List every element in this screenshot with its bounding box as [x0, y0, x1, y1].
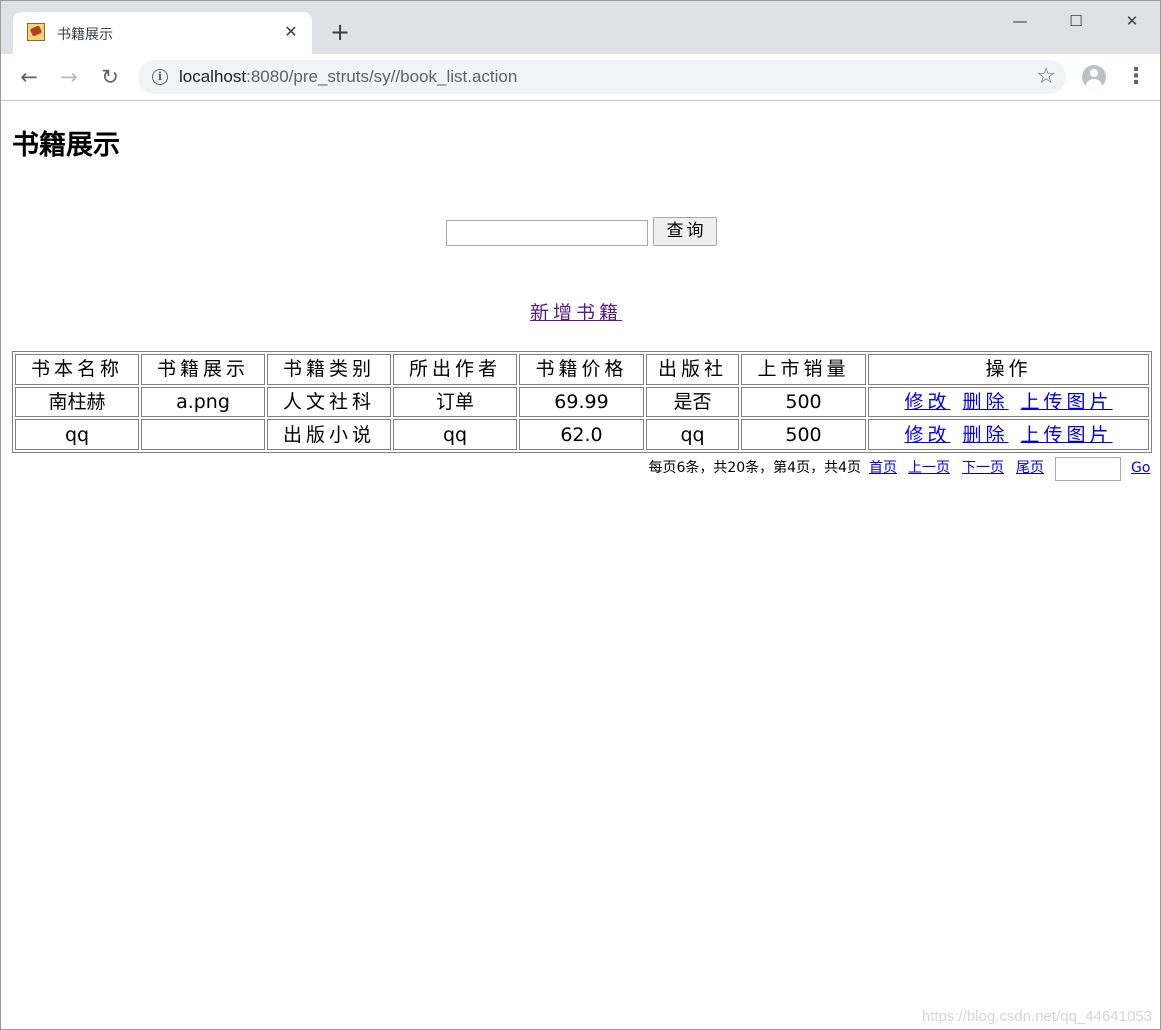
book-actions-cell: 修改 删除 上传图片	[868, 419, 1149, 450]
browser-tab[interactable]: 书籍展示 ✕	[13, 12, 312, 54]
watermark: https://blog.csdn.net/qq_44641053	[921, 1008, 1152, 1025]
go-link[interactable]: Go	[1131, 456, 1150, 480]
header-cell: 出版社	[646, 354, 739, 385]
upload-image-link[interactable]: 上传图片	[1021, 391, 1113, 413]
maximize-icon[interactable]: ☐	[1053, 7, 1099, 35]
book-publisher-cell: 是否	[646, 386, 739, 418]
delete-link[interactable]: 删除	[962, 424, 1008, 446]
book-author-cell: 订单	[393, 386, 517, 418]
header-cell: 书籍价格	[519, 354, 644, 385]
header-cell: 上市销量	[741, 354, 866, 385]
browser-toolbar: ← → ↻ i localhost:8080/pre_struts/sy//bo…	[1, 54, 1160, 101]
book-price-cell: 62.0	[519, 419, 644, 450]
minimize-icon[interactable]: —	[997, 7, 1043, 35]
tab-strip: 书籍展示 ✕ + — ☐ ✕	[1, 1, 1160, 54]
forward-icon[interactable]: →	[55, 63, 83, 91]
book-name-cell: qq	[15, 419, 139, 450]
close-window-icon[interactable]: ✕	[1109, 7, 1155, 35]
pagination-info: 每页6条，共20条，第4页，共4页	[648, 460, 861, 476]
book-author-cell: qq	[393, 419, 517, 450]
star-icon[interactable]: ☆	[1036, 64, 1056, 90]
search-input[interactable]	[446, 220, 648, 246]
book-category-cell: 出版小说	[267, 419, 391, 450]
table-row: qq 出版小说 qq 62.0 qq 500 修改 删除 上传图片	[15, 419, 1149, 450]
info-icon[interactable]: i	[152, 69, 168, 85]
book-image-cell: a.png	[141, 386, 265, 418]
address-bar[interactable]: i localhost:8080/pre_struts/sy//book_lis…	[138, 60, 1066, 94]
book-image-cell	[141, 419, 265, 450]
url-path: :8080/pre_struts/sy//book_list.action	[246, 67, 518, 86]
last-page-link[interactable]: 尾页	[1016, 456, 1044, 480]
book-name-cell: 南柱赫	[15, 386, 139, 418]
tab-title: 书籍展示	[57, 27, 113, 43]
header-cell: 所出作者	[393, 354, 517, 385]
pagination-bar: 每页6条，共20条，第4页，共4页 首页 上一页 下一页 尾页 Go	[1, 456, 1152, 481]
book-category-cell: 人文社科	[267, 386, 391, 418]
book-sales-cell: 500	[741, 386, 866, 418]
edit-link[interactable]: 修改	[904, 391, 950, 413]
upload-image-link[interactable]: 上传图片	[1021, 424, 1113, 446]
delete-link[interactable]: 删除	[962, 391, 1008, 413]
header-cell: 书籍类别	[267, 354, 391, 385]
menu-icon[interactable]: ⋮	[1125, 63, 1147, 91]
book-publisher-cell: qq	[646, 419, 739, 450]
url-host: localhost	[179, 67, 247, 86]
edit-link[interactable]: 修改	[904, 424, 950, 446]
back-icon[interactable]: ←	[15, 63, 43, 91]
book-price-cell: 69.99	[519, 386, 644, 418]
header-cell: 操作	[868, 354, 1149, 385]
page-content: 书籍展示 查询 新增书籍 书本名称 书籍展示 书籍类别 所出作者 书籍价格 出版…	[1, 101, 1160, 1029]
book-actions-cell: 修改 删除 上传图片	[868, 386, 1149, 418]
prev-page-link[interactable]: 上一页	[908, 456, 950, 480]
search-button[interactable]: 查询	[653, 217, 717, 246]
first-page-link[interactable]: 首页	[869, 456, 897, 480]
profile-icon[interactable]	[1082, 65, 1106, 89]
page-title: 书籍展示	[12, 130, 120, 161]
next-page-link[interactable]: 下一页	[962, 456, 1004, 480]
table-header-row: 书本名称 书籍展示 书籍类别 所出作者 书籍价格 出版社 上市销量 操作	[15, 354, 1149, 385]
reload-icon[interactable]: ↻	[96, 63, 124, 91]
close-tab-icon[interactable]: ✕	[281, 22, 301, 42]
book-sales-cell: 500	[741, 419, 866, 450]
browser-window: 书籍展示 ✕ + — ☐ ✕ ← → ↻ i localhost:8080/pr…	[0, 0, 1161, 1030]
header-cell: 书本名称	[15, 354, 139, 385]
new-tab-icon[interactable]: +	[327, 19, 353, 45]
add-book-link[interactable]: 新增书籍	[530, 300, 622, 326]
tab-favicon-icon	[27, 23, 45, 41]
page-number-input[interactable]	[1055, 457, 1121, 481]
url-text[interactable]: localhost:8080/pre_struts/sy//book_list.…	[179, 67, 517, 87]
book-table: 书本名称 书籍展示 书籍类别 所出作者 书籍价格 出版社 上市销量 操作 南柱赫…	[12, 351, 1152, 453]
header-cell: 书籍展示	[141, 354, 265, 385]
table-row: 南柱赫 a.png 人文社科 订单 69.99 是否 500 修改 删除 上传图片	[15, 386, 1149, 418]
